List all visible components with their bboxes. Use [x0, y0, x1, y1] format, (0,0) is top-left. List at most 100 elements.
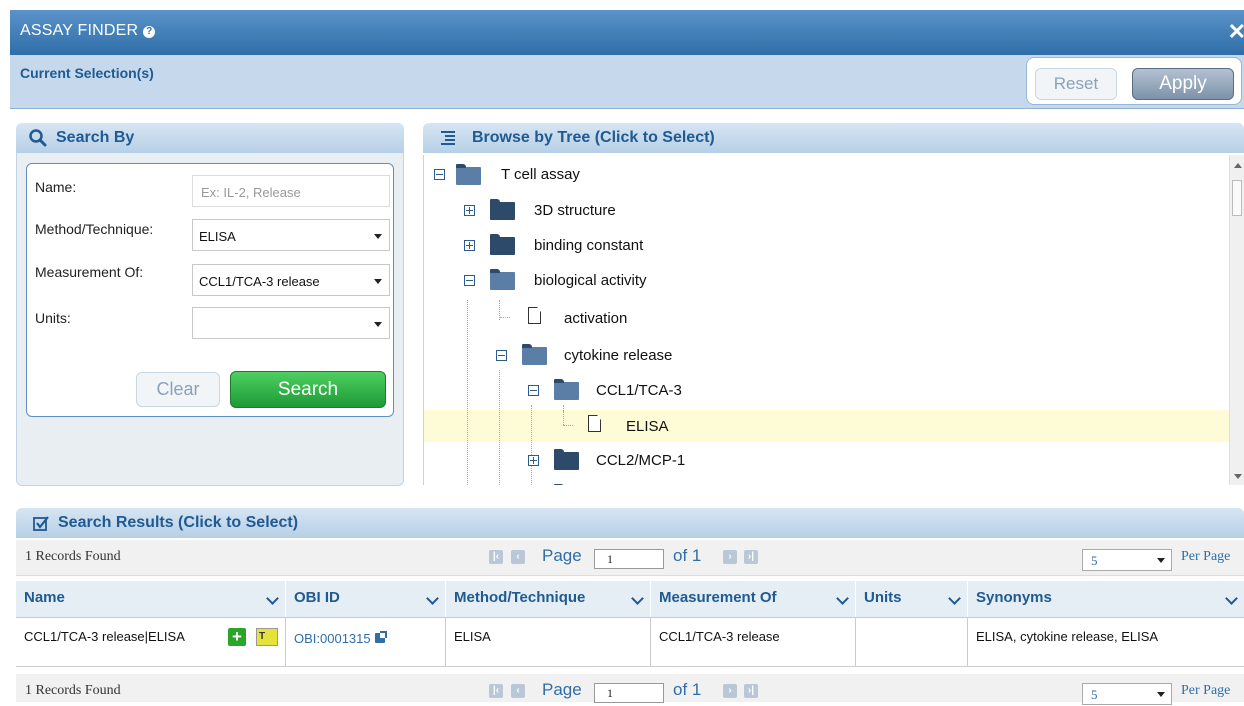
- tree-list-icon: [441, 131, 455, 145]
- tree-node-label: 3D structure: [534, 202, 616, 219]
- title-bar: ASSAY FINDER? ✕: [10, 10, 1244, 55]
- tag-edit-icon[interactable]: T: [256, 628, 278, 646]
- measurement-label: Measurement Of:: [35, 264, 144, 280]
- pager-bottom: 1 Records Found |‹ ‹ Page 1 of 1 › ›| 5 …: [16, 674, 1244, 705]
- add-icon[interactable]: +: [228, 628, 246, 646]
- next-page-icon[interactable]: ›: [723, 550, 737, 564]
- document-icon: [588, 415, 601, 432]
- result-name: CCL1/TCA-3 release|ELISA: [24, 629, 185, 644]
- units-label: Units:: [35, 310, 71, 326]
- name-label: Name:: [35, 179, 77, 195]
- chevron-down-icon[interactable]: [266, 592, 279, 605]
- tree-node[interactable]: 3D structure: [424, 195, 1224, 225]
- chevron-down-icon[interactable]: [1225, 592, 1238, 605]
- per-page-value: 5: [1091, 687, 1098, 702]
- tree-node-label: ELISA: [626, 418, 669, 435]
- tree-node[interactable]: binding constant: [424, 230, 1224, 260]
- tree-node-label: biological activity: [534, 272, 647, 289]
- tree-node-selected[interactable]: ELISA: [424, 411, 1224, 441]
- cell-measurement: CCL1/TCA-3 release: [651, 618, 856, 666]
- pager-top: 1 Records Found |‹ ‹ Page 1 of 1 › ›| 5 …: [16, 540, 1244, 576]
- cell-method: ELISA: [446, 618, 651, 666]
- expand-toggle-icon[interactable]: [464, 205, 475, 216]
- scroll-down-icon[interactable]: [1234, 474, 1242, 479]
- close-icon[interactable]: ✕: [1228, 19, 1244, 45]
- chevron-down-icon[interactable]: [948, 592, 961, 605]
- collapse-toggle-icon[interactable]: [464, 275, 475, 286]
- collapse-toggle-icon[interactable]: [496, 350, 507, 361]
- tree-node-label: activation: [564, 310, 628, 327]
- expand-toggle-icon[interactable]: [528, 455, 539, 466]
- scroll-thumb[interactable]: [1232, 180, 1242, 216]
- records-found: 1 Records Found: [25, 549, 121, 564]
- tree-node-label: CCL1/TCA-3: [596, 382, 682, 399]
- obi-id-link[interactable]: OBI:0001315: [294, 631, 371, 646]
- reset-button[interactable]: Reset: [1035, 68, 1117, 100]
- help-icon[interactable]: ?: [143, 26, 156, 38]
- folder-open-icon: [456, 164, 481, 185]
- prev-page-icon[interactable]: ‹: [511, 684, 525, 698]
- records-found: 1 Records Found: [25, 683, 121, 698]
- per-page-value: 5: [1091, 553, 1098, 568]
- tree-node-label: binding constant: [534, 237, 644, 254]
- current-selection-bar: Current Selection(s) Reset Apply: [10, 55, 1244, 109]
- expand-toggle-icon[interactable]: [464, 240, 475, 251]
- first-page-icon[interactable]: |‹: [489, 684, 503, 698]
- method-label: Method/Technique:: [35, 221, 154, 237]
- apply-button[interactable]: Apply: [1132, 68, 1234, 100]
- column-header-synonyms[interactable]: Synonyms: [968, 581, 1244, 617]
- column-header-units[interactable]: Units: [856, 581, 968, 617]
- page-of-label: of 1: [673, 680, 702, 699]
- next-page-icon[interactable]: ›: [723, 684, 737, 698]
- tree-node[interactable]: biological activity: [424, 265, 1224, 295]
- search-button[interactable]: Search: [230, 371, 386, 408]
- name-input[interactable]: Ex: IL-2, Release: [192, 175, 390, 207]
- method-select[interactable]: ELISA: [192, 219, 390, 251]
- name-placeholder: Ex: IL-2, Release: [201, 185, 301, 200]
- measurement-select[interactable]: CCL1/TCA-3 release: [192, 264, 390, 296]
- checkbox-checked-icon: [33, 516, 49, 531]
- tree-node-label: cytokine release: [564, 347, 673, 364]
- page-input[interactable]: 1: [594, 683, 664, 703]
- first-page-icon[interactable]: |‹: [489, 550, 503, 564]
- search-by-title: Search By: [56, 129, 135, 146]
- tree-node[interactable]: cytokine release: [424, 340, 1224, 370]
- chevron-down-icon[interactable]: [426, 592, 439, 605]
- cell-obi-id: OBI:0001315: [286, 618, 446, 666]
- chevron-down-icon[interactable]: [631, 592, 644, 605]
- results-header: Search Results (Click to Select): [16, 508, 1244, 538]
- tree-node[interactable]: [424, 480, 1224, 485]
- external-link-icon[interactable]: [374, 631, 387, 643]
- prev-page-icon[interactable]: ‹: [511, 550, 525, 564]
- clear-button[interactable]: Clear: [136, 372, 220, 407]
- column-header-obi-id[interactable]: OBI ID: [286, 581, 446, 617]
- per-page-select[interactable]: 5: [1082, 549, 1172, 571]
- scroll-up-icon[interactable]: [1234, 163, 1242, 168]
- column-header-method[interactable]: Method/Technique: [446, 581, 651, 617]
- last-page-icon[interactable]: ›|: [744, 550, 758, 564]
- measurement-value: CCL1/TCA-3 release: [199, 274, 320, 289]
- chevron-down-icon: [1157, 692, 1165, 697]
- tree-scrollbar[interactable]: [1229, 155, 1244, 485]
- cell-units: [856, 618, 968, 666]
- tree-node-label: CCL2/MCP-1: [596, 452, 686, 469]
- chevron-down-icon[interactable]: [836, 592, 849, 605]
- tree-node[interactable]: activation: [424, 303, 1224, 333]
- chevron-down-icon: [374, 234, 382, 239]
- collapse-toggle-icon[interactable]: [528, 385, 539, 396]
- collapse-toggle-icon[interactable]: [434, 169, 445, 180]
- table-row[interactable]: CCL1/TCA-3 release|ELISA + T OBI:0001315…: [16, 618, 1244, 667]
- last-page-icon[interactable]: ›|: [744, 684, 758, 698]
- search-form: Name: Ex: IL-2, Release Method/Technique…: [26, 163, 394, 417]
- column-header-name[interactable]: Name: [16, 581, 286, 617]
- chevron-down-icon: [1157, 558, 1165, 563]
- tree-node[interactable]: CCL2/MCP-1: [424, 445, 1224, 475]
- current-selection-label: Current Selection(s): [20, 65, 154, 81]
- app-title: ASSAY FINDER?: [20, 22, 156, 40]
- column-header-measurement[interactable]: Measurement Of: [651, 581, 856, 617]
- units-select[interactable]: [192, 307, 390, 339]
- results-table-header: Name OBI ID Method/Technique Measurement…: [16, 581, 1244, 618]
- tree-node[interactable]: CCL1/TCA-3: [424, 375, 1224, 405]
- tree-node[interactable]: T cell assay: [424, 160, 1224, 190]
- page-input[interactable]: 1: [594, 549, 664, 569]
